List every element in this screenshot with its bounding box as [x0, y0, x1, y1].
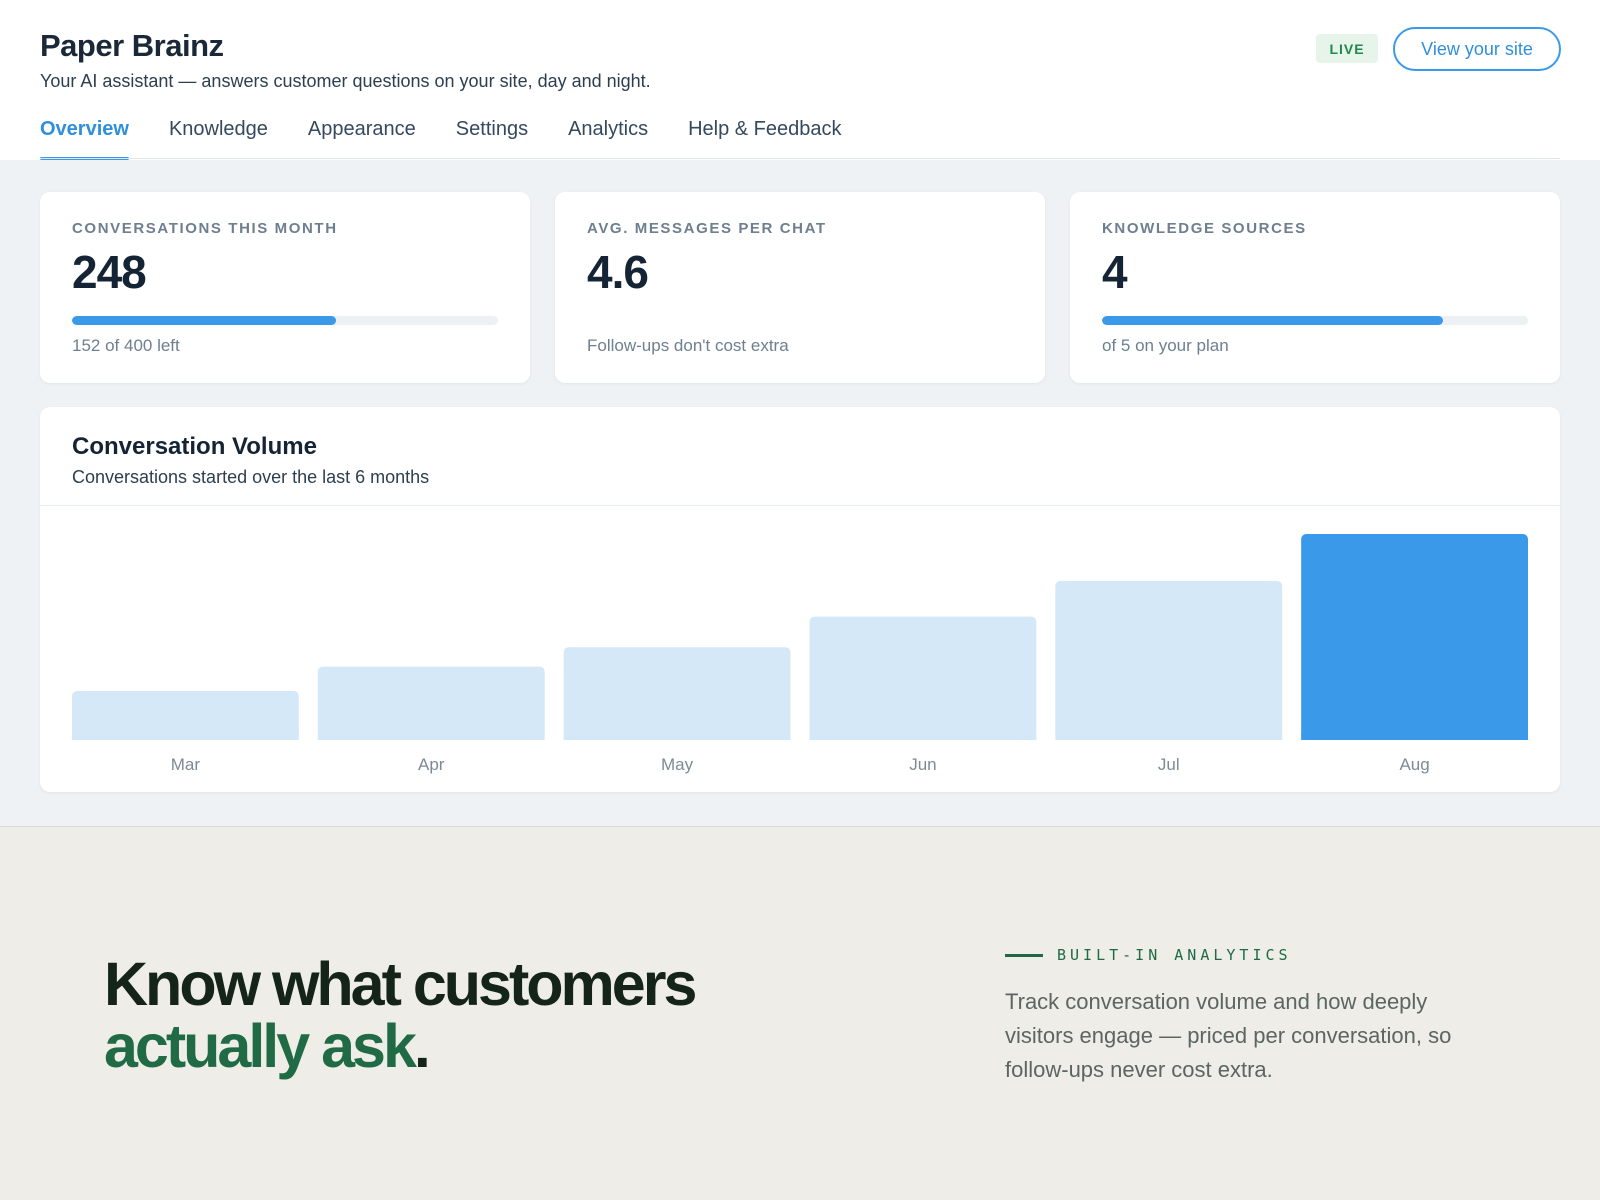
tab-help-feedback[interactable]: Help & Feedback — [688, 118, 841, 160]
view-site-button[interactable]: View your site — [1393, 27, 1561, 71]
stat-card-conversations: CONVERSATIONS THIS MONTH 248 152 of 400 … — [40, 192, 530, 383]
app-title: Paper Brainz — [40, 28, 224, 63]
stat-label: CONVERSATIONS THIS MONTH — [72, 220, 338, 237]
stat-caption: 152 of 400 left — [72, 336, 180, 355]
bar-base-aug — [1301, 734, 1528, 740]
stat-card-avg-messages: AVG. MESSAGES PER CHAT 4.6 Follow-ups do… — [555, 192, 1045, 383]
bar-jul — [1055, 580, 1283, 740]
bar-base-may — [563, 734, 791, 740]
conversation-volume-card: Conversation Volume Conversations starte… — [40, 407, 1560, 792]
chart-title: Conversation Volume — [72, 433, 317, 460]
promo-section: Know what customers actually ask. BUILT-… — [0, 827, 1600, 1200]
x-tick-label: Jul — [1158, 755, 1180, 774]
stat-label: KNOWLEDGE SOURCES — [1102, 220, 1307, 237]
x-tick-label: Apr — [418, 755, 445, 774]
stat-value: 248 — [72, 246, 147, 298]
sources-progress-bar — [1102, 316, 1528, 325]
x-tick-label: Aug — [1399, 755, 1429, 774]
x-tick-label: May — [661, 755, 694, 774]
bar-may — [563, 647, 791, 740]
conversation-volume-chart: Mar Apr May Jun Jul Aug — [72, 534, 1528, 774]
app-subtitle: Your AI assistant — answers customer que… — [40, 71, 651, 91]
promo-headline-line2: actually ask. — [104, 1015, 694, 1077]
bar-base-jun — [809, 734, 1037, 740]
stat-caption: Follow-ups don't cost extra — [587, 336, 789, 355]
tab-analytics[interactable]: Analytics — [568, 118, 648, 160]
promo-headline-line1: Know what customers — [104, 950, 697, 1018]
tab-appearance[interactable]: Appearance — [308, 118, 416, 160]
promo-headline: Know what customers actually ask. — [104, 950, 697, 1077]
status-badge: LIVE — [1316, 34, 1378, 63]
usage-progress-fill — [72, 316, 337, 325]
bar-apr — [317, 666, 545, 740]
bar-jun — [809, 616, 1037, 740]
eyebrow-rule — [1005, 954, 1043, 957]
stat-label: AVG. MESSAGES PER CHAT — [587, 220, 827, 237]
tab-settings[interactable]: Settings — [456, 118, 528, 160]
x-tick-label: Mar — [171, 755, 201, 774]
stat-value: 4.6 — [587, 246, 649, 298]
bar-aug — [1301, 534, 1528, 740]
bar-mar — [72, 691, 299, 740]
bar-base-jul — [1055, 734, 1283, 740]
bar-base-apr — [317, 734, 545, 740]
bar-base-mar — [72, 734, 299, 740]
promo-body: Track conversation volume and how deeply… — [1005, 989, 1452, 1082]
usage-progress-bar — [72, 316, 498, 325]
chart-subtitle: Conversations started over the last 6 mo… — [72, 467, 430, 487]
tab-overview[interactable]: Overview — [40, 118, 129, 160]
promo-headline-period: . — [413, 1012, 431, 1080]
tab-knowledge[interactable]: Knowledge — [169, 118, 268, 160]
stat-card-knowledge-sources: KNOWLEDGE SOURCES 4 of 5 on your plan — [1070, 192, 1560, 383]
stat-caption: of 5 on your plan — [1102, 336, 1229, 355]
stat-value: 4 — [1102, 246, 1128, 298]
x-tick-label: Jun — [909, 755, 936, 774]
tabs-divider — [40, 158, 1560, 159]
promo-eyebrow: BUILT-IN ANALYTICS — [1057, 946, 1292, 964]
promo-headline-accent: actually ask — [104, 1012, 417, 1080]
app-header: Paper Brainz Your AI assistant — answers… — [0, 0, 1600, 160]
nav-tabs: Overview Knowledge Appearance Settings A… — [40, 118, 842, 160]
sources-progress-fill — [1102, 316, 1443, 325]
